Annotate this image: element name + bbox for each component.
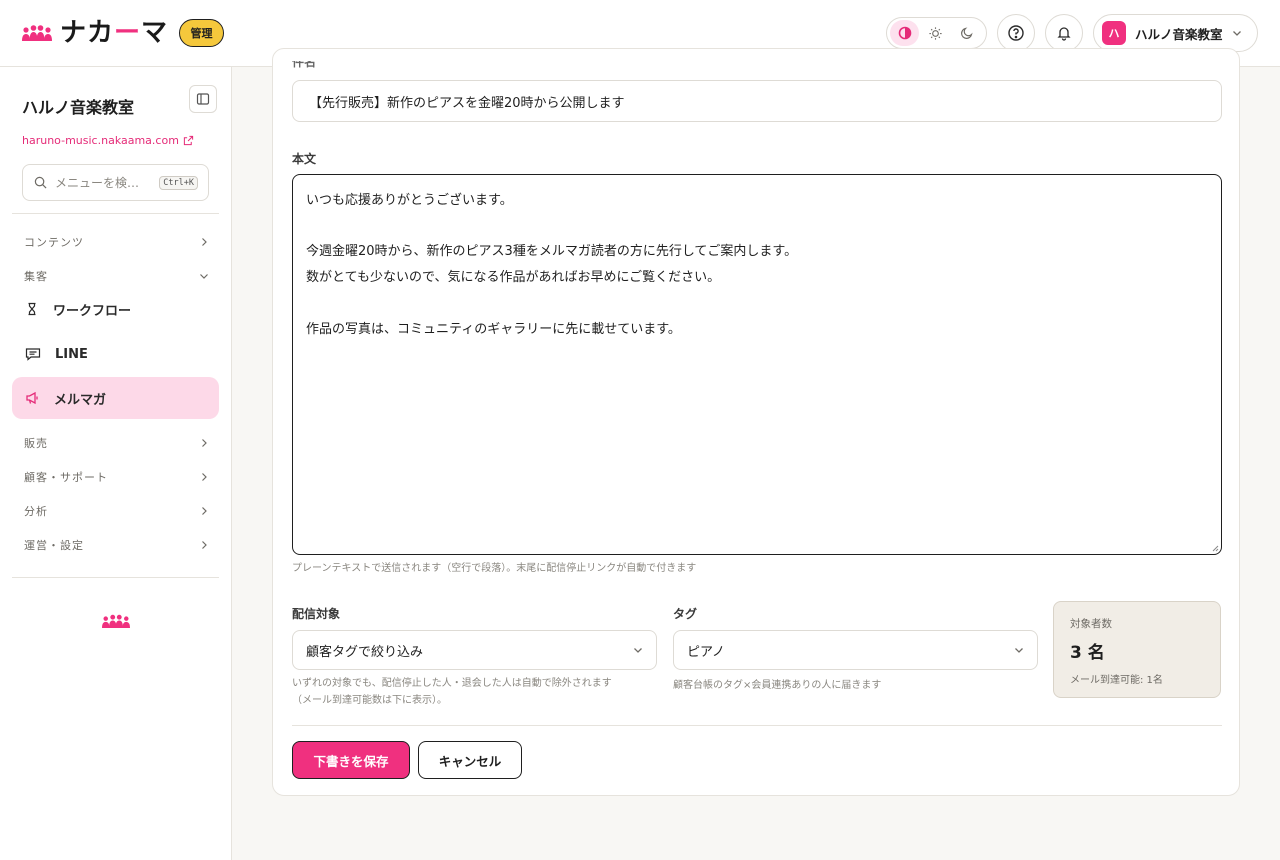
footer-people-icon [102,613,130,632]
notifications-button[interactable] [1045,14,1083,52]
tag-hint: 顧客台帳のタグ×会員連携ありの人に届きます [673,680,882,691]
sidebar-group-label: 集客 [24,270,48,283]
contrast-icon [898,26,911,40]
tag-label: タグ [673,607,698,621]
form-divider [292,725,1222,726]
sidebar-group-label: 販売 [24,437,48,450]
chevron-right-icon [202,507,207,515]
sidebar-toggle-icon [196,93,210,105]
theme-contrast-button[interactable] [890,20,919,46]
sidebar-group-sales[interactable]: 販売 [24,434,209,452]
body-hint: プレーンテキストで送信されます（空行で段落）。末尾に配信停止リンクが自動で付きま… [292,563,697,574]
megaphone-icon [26,391,38,405]
sidebar-group-settings[interactable]: 運営・設定 [24,536,209,554]
account-avatar: ハ [1102,21,1126,45]
target-hint-line1: いずれの対象でも、配信停止した人・退会した人は自動で除外されます [292,678,612,689]
sidebar-divider [12,213,219,214]
body-textarea[interactable]: いつも応援ありがとうございます。 今週金曜20時から、新作のピアス3種をメルマガ… [292,174,1222,555]
site-url-link[interactable]: haruno-music.nakaama.com [22,134,194,147]
menu-search-input[interactable]: メニューを検… Ctrl+K [22,164,209,201]
moon-icon [960,27,973,39]
sidebar-group-contents[interactable]: コンテンツ [24,233,209,251]
chevron-down-icon [200,274,208,279]
sidebar-group-label: コンテンツ [24,236,84,249]
chevron-down-icon [634,648,642,653]
chevron-right-icon [202,439,207,447]
sidebar-group-customers[interactable]: 顧客・サポート [24,468,209,486]
search-shortcut-hint: Ctrl+K [159,175,198,190]
menu-search-placeholder: メニューを検… [55,176,140,190]
theme-dark-button[interactable] [952,20,981,46]
tag-select[interactable]: ピアノ [673,630,1038,670]
account-menu-button[interactable]: ハ ハルノ音楽教室 [1093,14,1258,52]
app-logo[interactable]: ナカーマ [22,18,168,48]
target-label: 配信対象 [292,607,341,621]
sidebar-group-label: 顧客・サポート [24,471,108,484]
save-draft-button[interactable]: 下書きを保存 [292,741,410,779]
external-link-icon [183,135,194,146]
sidebar-divider [12,577,219,578]
sidebar-item-label: LINE [55,346,88,362]
site-url-text: haruno-music.nakaama.com [22,134,179,147]
sidebar-item-label: ワークフロー [53,303,132,319]
recipient-count-label: 対象者数 [1070,618,1112,630]
search-icon [34,176,47,189]
theme-switcher [886,17,987,49]
chevron-right-icon [202,238,207,246]
sidebar-title: ハルノ音楽教室 [22,98,135,117]
sidebar-item-workflow[interactable]: ワークフロー [12,288,219,330]
sidebar-group-label: 分析 [24,505,48,518]
hourglass-icon [28,302,36,316]
help-icon [1008,25,1024,41]
chevron-down-icon [1015,648,1023,653]
sidebar-group-marketing[interactable]: 集客 [24,267,209,285]
reachable-count: メール到達可能: 1名 [1070,675,1163,686]
target-select-value: 顧客タグで絞り込み [306,644,424,660]
chevron-right-icon [202,473,207,481]
target-hint-line2: （メール到達可能数は下に表示）。 [292,695,447,706]
target-select[interactable]: 顧客タグで絞り込み [292,630,657,670]
sidebar-item-newsletter[interactable]: メルマガ [12,377,219,419]
bell-icon [1057,27,1071,41]
sidebar-collapse-button[interactable] [189,85,217,113]
logo-people-icon [22,24,52,42]
body-label: 本文 [292,152,317,166]
logo-wordmark: ナカーマ [60,18,169,48]
chat-icon [25,348,41,361]
help-button[interactable] [997,14,1035,52]
sidebar-item-line[interactable]: LINE [12,333,219,375]
sidebar-group-label: 運営・設定 [24,539,84,552]
body-text: いつも応援ありがとうございます。 今週金曜20時から、新作のピアス3種をメルマガ… [306,193,798,337]
recipient-count-box: 対象者数 3 名 メール到達可能: 1名 [1053,601,1221,698]
tag-select-value: ピアノ [687,644,725,660]
newsletter-edit-card: 件名 【先行販売】新作のピアスを金曜20時から公開します 本文 いつも応援ありが… [272,48,1240,796]
sidebar-group-analytics[interactable]: 分析 [24,502,209,520]
resize-handle-icon[interactable] [1211,544,1219,552]
subject-label: 件名 [292,55,317,69]
sidebar: ハルノ音楽教室 haruno-music.nakaama.com メニューを検…… [0,67,232,860]
cancel-button[interactable]: キャンセル [418,741,522,779]
sidebar-item-label: メルマガ [54,392,107,408]
subject-input[interactable]: 【先行販売】新作のピアスを金曜20時から公開します [292,80,1222,122]
account-name: ハルノ音楽教室 [1135,26,1223,42]
admin-badge: 管理 [179,19,224,47]
chevron-down-icon [1232,31,1241,36]
theme-light-button[interactable] [921,20,950,46]
chevron-right-icon [202,541,207,549]
recipient-count-value: 3 名 [1070,643,1105,663]
sun-icon [929,26,942,40]
